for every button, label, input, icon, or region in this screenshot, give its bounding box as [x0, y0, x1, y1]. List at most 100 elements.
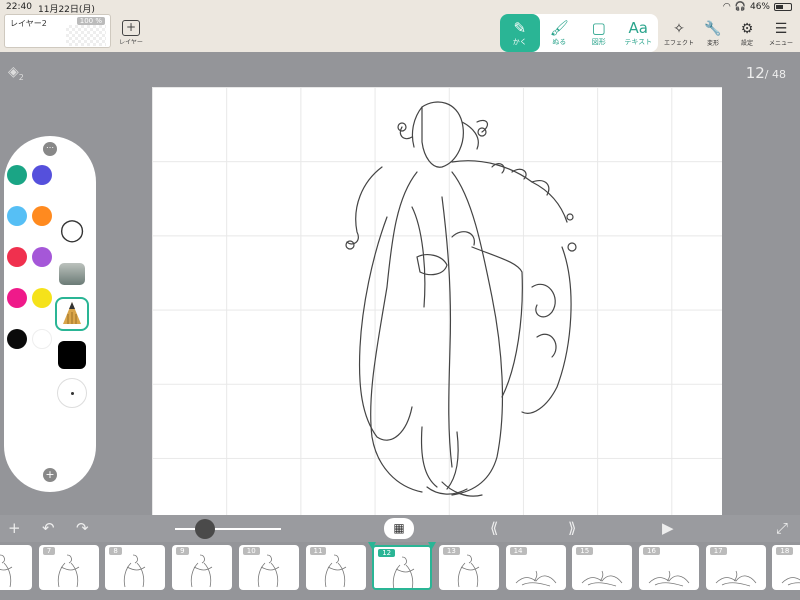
- frame-thumbnail[interactable]: 6: [0, 545, 32, 590]
- right-tool-label: 変形: [706, 40, 719, 47]
- pencil-icon: [63, 302, 81, 324]
- frame-thumbnail[interactable]: 16: [639, 545, 699, 590]
- layer-count: 2: [18, 72, 24, 82]
- color-swatch[interactable]: [32, 329, 52, 349]
- play-icon[interactable]: ▶: [662, 519, 674, 537]
- tool-brush[interactable]: 🖌 ぬる: [540, 14, 580, 52]
- text-icon: Aa: [628, 18, 648, 37]
- frame-sketch: [515, 570, 556, 587]
- right-tool-label: エフェクト: [664, 40, 695, 47]
- onion-end-marker[interactable]: [428, 542, 437, 549]
- tool-shape[interactable]: ▢ 図形: [579, 14, 619, 52]
- color-swatch[interactable]: [7, 206, 27, 226]
- frame-thumbnail[interactable]: 11: [305, 545, 366, 590]
- lasso-icon: ◯: [59, 217, 85, 243]
- effect-icon: ✧: [673, 21, 685, 37]
- fullscreen-icon[interactable]: ⤢: [776, 519, 788, 537]
- brush-icon: 🖌: [549, 18, 569, 37]
- redo-icon[interactable]: ↷: [76, 519, 89, 537]
- current-color-icon: [58, 341, 86, 369]
- headphones-icon: 🎧: [734, 2, 746, 12]
- brush-size-icon: [57, 378, 87, 408]
- frame-thumbnail[interactable]: 10: [238, 545, 299, 590]
- frame-sketch: [190, 554, 213, 588]
- color-swatch[interactable]: [32, 288, 52, 308]
- frame-sketch: [324, 554, 346, 588]
- status-bar: 22:40 11月22日(月) ◠ 🎧 46%: [0, 0, 800, 15]
- color-swatch[interactable]: [7, 329, 27, 349]
- frame-thumbnail[interactable]: 18: [772, 545, 800, 590]
- frame-sketch: [0, 554, 13, 588]
- eraser-tool-button[interactable]: [55, 257, 89, 291]
- add-frame-icon[interactable]: +: [8, 519, 21, 537]
- right-tool-group: ✧ エフェクト 🔧 変形 ⚙ 設定 ☰ メニュー: [664, 20, 796, 47]
- onion-start-marker[interactable]: [368, 542, 377, 549]
- layer-preview: [66, 25, 106, 46]
- tool-pen[interactable]: ✎ かく: [500, 14, 540, 52]
- brush-size-button[interactable]: [55, 376, 89, 410]
- pen-icon: ✎: [513, 18, 527, 37]
- tool-label: ぬる: [552, 37, 567, 46]
- settings-button[interactable]: ⚙ 設定: [732, 20, 762, 47]
- eraser-icon: [59, 263, 85, 285]
- status-time: 22:40: [6, 2, 32, 12]
- previous-frame-icon[interactable]: ⟪: [490, 519, 498, 537]
- transform-icon: 🔧: [704, 21, 722, 37]
- pencil-tool-button[interactable]: [55, 297, 89, 331]
- current-frame: 12: [745, 64, 765, 82]
- menu-icon: ☰: [774, 21, 788, 37]
- frame-thumbnail[interactable]: 13: [438, 545, 499, 590]
- layer-name: レイヤー2: [10, 19, 47, 28]
- shape-icon: ▢: [591, 18, 606, 37]
- lasso-tool-button[interactable]: ◯: [55, 213, 89, 247]
- color-swatch[interactable]: [7, 247, 27, 267]
- frame-sketch: [715, 570, 757, 587]
- layer-button[interactable]: + レイヤー: [118, 20, 144, 46]
- tool-text[interactable]: Aa テキスト: [619, 14, 659, 52]
- right-tool-label: メニュー: [768, 40, 793, 47]
- frame-counter: 12/ 48: [746, 64, 786, 82]
- current-layer-thumbnail[interactable]: レイヤー2 100 %: [4, 14, 111, 48]
- status-right: ◠ 🎧 46%: [723, 2, 792, 12]
- drawing-tool-group: ✎ かく 🖌 ぬる ▢ 図形 Aa テキスト: [500, 14, 658, 52]
- color-swatch[interactable]: [7, 288, 27, 308]
- color-swatch[interactable]: [32, 206, 52, 226]
- frame-sketch: [393, 556, 415, 588]
- filmstrip-toggle-button[interactable]: ▦: [384, 518, 414, 539]
- frame-sketch: [57, 554, 79, 588]
- color-swatch[interactable]: [32, 165, 52, 185]
- add-layer-icon: +: [122, 20, 140, 36]
- layers-icon[interactable]: ◈2: [8, 64, 24, 82]
- more-icon[interactable]: ⋯: [43, 142, 57, 156]
- frame-thumbnail[interactable]: 7: [38, 545, 99, 590]
- onion-skin-slider-knob[interactable]: [194, 519, 215, 539]
- effect-button[interactable]: ✧ エフェクト: [664, 20, 694, 47]
- color-swatch[interactable]: [7, 165, 27, 185]
- tool-label: 図形: [591, 37, 606, 46]
- layer-opacity: 100 %: [76, 17, 105, 25]
- frame-strip: 6789101112131415161718: [0, 542, 800, 600]
- film-icon: ▦: [393, 521, 405, 535]
- layer-button-label: レイヤー: [119, 39, 143, 46]
- frame-thumbnail[interactable]: 15: [572, 545, 633, 590]
- frame-sketch: [582, 570, 623, 587]
- frame-thumbnail[interactable]: 9: [172, 545, 233, 590]
- frame-thumbnail[interactable]: 17: [705, 545, 766, 590]
- frame-sketch: [648, 570, 690, 587]
- drawing-canvas[interactable]: [152, 87, 722, 515]
- menu-button[interactable]: ☰ メニュー: [766, 20, 796, 47]
- frame-thumbnail[interactable]: 14: [505, 545, 566, 590]
- color-swatch[interactable]: [32, 247, 52, 267]
- frame-thumbnail[interactable]: 8: [105, 545, 166, 590]
- wifi-icon: ◠: [722, 2, 731, 12]
- onion-skin-slider-track[interactable]: [175, 528, 281, 530]
- add-color-icon[interactable]: +: [43, 468, 57, 482]
- tool-label: テキスト: [624, 37, 653, 46]
- undo-icon[interactable]: ↶: [42, 519, 55, 537]
- brush-color-button[interactable]: [55, 338, 89, 372]
- transform-button[interactable]: 🔧 変形: [698, 20, 728, 47]
- timeline-controls: + ↶ ↷ ▦ ⟪ ⟫ ▶ ⤢: [0, 515, 800, 542]
- settings-icon: ⚙: [740, 21, 754, 37]
- next-frame-icon[interactable]: ⟫: [568, 519, 576, 537]
- frame-thumbnail[interactable]: 12: [372, 545, 433, 590]
